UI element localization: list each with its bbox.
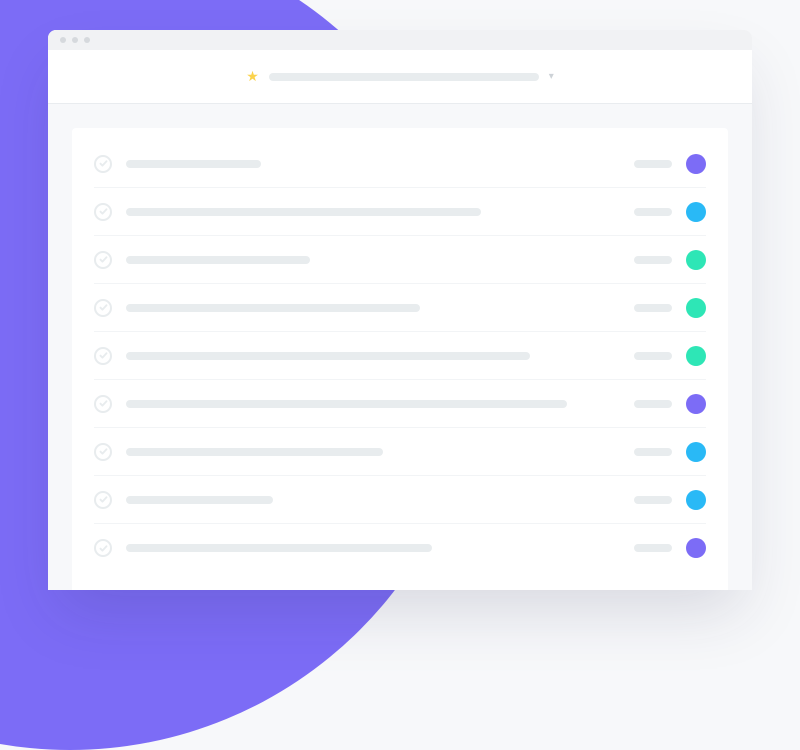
assignee-avatar[interactable] (686, 490, 706, 510)
task-tag-placeholder (634, 544, 672, 552)
browser-window: ★ ▾ (48, 30, 752, 590)
task-tag-placeholder (634, 304, 672, 312)
task-title-placeholder (126, 208, 481, 216)
task-tag-placeholder (634, 160, 672, 168)
task-title-placeholder (126, 400, 567, 408)
task-row[interactable] (94, 188, 706, 236)
check-circle-icon[interactable] (94, 251, 112, 269)
check-circle-icon[interactable] (94, 347, 112, 365)
task-tag-placeholder (634, 208, 672, 216)
task-title-placeholder (126, 496, 273, 504)
assignee-avatar[interactable] (686, 298, 706, 318)
chevron-down-icon[interactable]: ▾ (549, 71, 554, 82)
task-row[interactable] (94, 332, 706, 380)
task-row[interactable] (94, 284, 706, 332)
task-tag-placeholder (634, 352, 672, 360)
task-tag-placeholder (634, 256, 672, 264)
task-tag-placeholder (634, 496, 672, 504)
assignee-avatar[interactable] (686, 346, 706, 366)
window-close-icon[interactable] (60, 37, 66, 43)
task-tag-placeholder (634, 400, 672, 408)
task-row[interactable] (94, 140, 706, 188)
task-row[interactable] (94, 524, 706, 572)
task-tag-placeholder (634, 448, 672, 456)
assignee-avatar[interactable] (686, 538, 706, 558)
check-circle-icon[interactable] (94, 299, 112, 317)
window-minimize-icon[interactable] (72, 37, 78, 43)
task-row[interactable] (94, 428, 706, 476)
check-circle-icon[interactable] (94, 395, 112, 413)
task-title-placeholder (126, 352, 530, 360)
address-field-placeholder[interactable] (269, 73, 539, 81)
task-title-placeholder (126, 256, 310, 264)
task-row[interactable] (94, 236, 706, 284)
assignee-avatar[interactable] (686, 394, 706, 414)
check-circle-icon[interactable] (94, 155, 112, 173)
task-row[interactable] (94, 380, 706, 428)
window-titlebar (48, 30, 752, 50)
check-circle-icon[interactable] (94, 203, 112, 221)
task-row[interactable] (94, 476, 706, 524)
address-bar: ★ ▾ (48, 50, 752, 104)
favorite-star-icon[interactable]: ★ (246, 70, 259, 84)
window-maximize-icon[interactable] (84, 37, 90, 43)
assignee-avatar[interactable] (686, 442, 706, 462)
check-circle-icon[interactable] (94, 539, 112, 557)
task-list-card (72, 128, 728, 590)
assignee-avatar[interactable] (686, 250, 706, 270)
task-title-placeholder (126, 544, 432, 552)
check-circle-icon[interactable] (94, 443, 112, 461)
assignee-avatar[interactable] (686, 202, 706, 222)
task-title-placeholder (126, 160, 261, 168)
task-title-placeholder (126, 304, 420, 312)
check-circle-icon[interactable] (94, 491, 112, 509)
assignee-avatar[interactable] (686, 154, 706, 174)
page-viewport (48, 104, 752, 590)
task-title-placeholder (126, 448, 383, 456)
